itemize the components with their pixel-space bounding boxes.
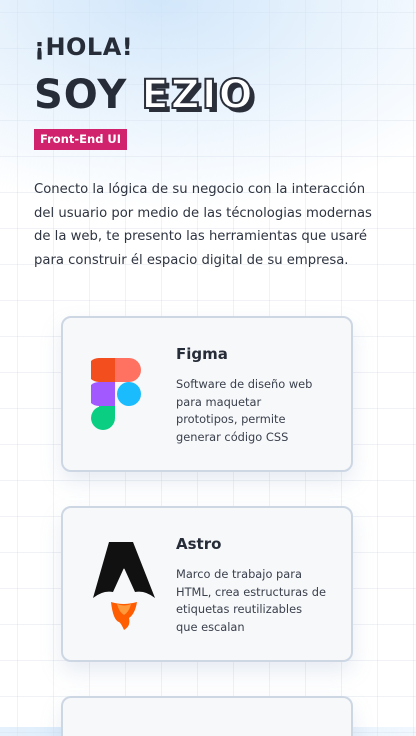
tool-description: Software de diseño web para maquetar pro… bbox=[176, 377, 313, 444]
tool-name: Figma bbox=[176, 345, 228, 363]
page-title: SOY EZIO bbox=[34, 69, 384, 121]
hero-section: ¡HOLA! SOY EZIO Front-End UI Conecto la … bbox=[34, 32, 384, 285]
tool-card-partial bbox=[61, 696, 353, 736]
role-badge: Front-End UI bbox=[34, 129, 128, 151]
figma-icon bbox=[87, 350, 157, 438]
intro-paragraph: Conecto la lógica de su negocio con la i… bbox=[34, 182, 372, 268]
tool-card-astro: Astro Marco de trabajo para HTML, crea e… bbox=[61, 506, 353, 662]
title-name: EZIO bbox=[140, 71, 255, 119]
tool-card-figma: Figma Software de diseño web para maquet… bbox=[61, 316, 353, 472]
tool-name: Astro bbox=[176, 535, 222, 553]
astro-icon bbox=[91, 540, 157, 630]
tool-description: Marco de trabajo para HTML, crea estruct… bbox=[176, 567, 326, 634]
title-prefix: SOY bbox=[34, 72, 128, 119]
greeting-heading: ¡HOLA! bbox=[34, 33, 134, 61]
